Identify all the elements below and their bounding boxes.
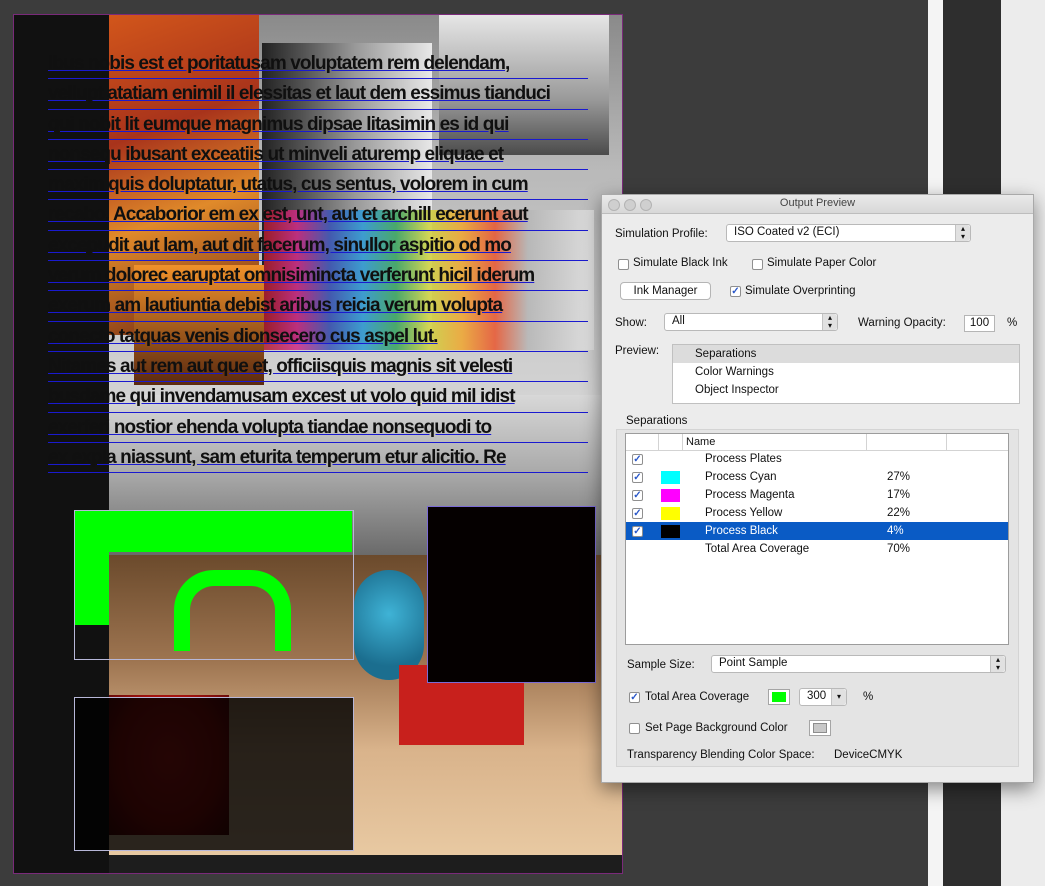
chevron-down-icon: ▾ (831, 689, 846, 705)
chevron-updown-icon: ▴ ▾ (990, 656, 1005, 672)
separation-percent: 27% (887, 471, 911, 483)
show-label: Show: (615, 317, 647, 329)
separation-name: Process Magenta (705, 489, 795, 501)
text-line: busdame qui invendamusam excest ut volo … (48, 382, 588, 413)
simulation-profile-value: ISO Coated v2 (ECI) (734, 226, 840, 238)
text-line: Ibus nobis est et poritatusam voluptatem… (48, 49, 588, 80)
separation-row-process-magenta[interactable]: ✓ Process Magenta 17% (626, 486, 1008, 504)
separations-table-header: Name (626, 434, 1008, 451)
page-bg-color-chip (813, 723, 827, 733)
separation-row-total-area-coverage[interactable]: Total Area Coverage 70% (626, 540, 1008, 558)
sample-size-select[interactable]: Point Sample ▴ ▾ (711, 655, 1006, 673)
text-line: ex expla niassunt, sam eturita temperum … (48, 443, 588, 474)
separation-name: Process Plates (705, 453, 782, 465)
separation-name: Process Yellow (705, 507, 783, 519)
total-area-coverage-checkbox[interactable]: ✓ (629, 692, 640, 703)
separation-row-process-cyan[interactable]: ✓ Process Cyan 27% (626, 468, 1008, 486)
simulation-profile-select[interactable]: ISO Coated v2 (ECI) ▴ ▾ (726, 224, 971, 242)
separation-name: Total Area Coverage (705, 543, 810, 555)
separations-group-label: Separations (626, 415, 688, 427)
simulate-paper-color-checkbox[interactable] (752, 259, 763, 270)
show-select[interactable]: All ▴ ▾ (664, 313, 838, 331)
header-col-check (626, 434, 659, 450)
magenta-swatch (661, 489, 680, 502)
header-col-name[interactable]: Name (682, 434, 867, 450)
separation-name: Process Cyan (705, 471, 777, 483)
image-frame[interactable] (74, 510, 354, 660)
tac-color-chip (772, 692, 786, 702)
separation-row-process-yellow[interactable]: ✓ Process Yellow 22% (626, 504, 1008, 522)
text-line: exerferi nostior ehenda volupta tiandae … (48, 413, 588, 443)
warning-opacity-label: Warning Opacity: (858, 317, 946, 329)
separation-checkbox[interactable]: ✓ (632, 454, 643, 465)
ink-manager-button[interactable]: Ink Manager (620, 282, 711, 300)
set-page-bg-label: Set Page Background Color (645, 722, 788, 734)
separation-percent: 17% (887, 489, 911, 501)
separations-table: Name ✓ Process Plates ✓ Process Cyan 27%… (625, 433, 1009, 645)
sample-size-value: Point Sample (719, 657, 788, 669)
total-area-coverage-label: Total Area Coverage (645, 691, 750, 703)
separation-checkbox[interactable]: ✓ (632, 490, 643, 501)
text-line: vellupt atatiam enimil il elessitas et l… (48, 79, 588, 110)
text-line: excepudit aut lam, aut dit facerum, sinu… (48, 231, 588, 262)
separation-name: Process Black (705, 525, 778, 537)
sample-size-label: Sample Size: (627, 659, 695, 671)
panel-titlebar[interactable]: Output Preview (602, 195, 1033, 214)
panel-title: Output Preview (779, 197, 856, 209)
text-line: maxim quis doluptatur, utatus, cus sentu… (48, 170, 588, 201)
text-line: nonsequ ibusant exceatiis ut minveli atu… (48, 140, 588, 171)
preview-list: Separations Color Warnings Object Inspec… (672, 344, 1020, 404)
separation-percent: 70% (887, 543, 911, 555)
page-bottom-band (109, 855, 622, 873)
text-frame[interactable]: Ibus nobis est et poritatusam voluptatem… (48, 49, 588, 474)
blending-label: Transparency Blending Color Space: (627, 749, 815, 761)
black-swatch (661, 525, 680, 538)
separation-checkbox[interactable]: ✓ (632, 472, 643, 483)
tac-percent: % (863, 691, 874, 703)
text-line: Nitames aut rem aut que et, officiisquis… (48, 352, 588, 383)
header-col-swatch (658, 434, 683, 450)
separation-percent: 4% (887, 525, 904, 537)
warning-opacity-percent: % (1007, 317, 1018, 329)
blue-object (354, 570, 424, 680)
tac-color-swatch[interactable] (768, 689, 790, 705)
text-line: qui nobit lit eumque magnimus dipsae lit… (48, 110, 588, 140)
blending-value: DeviceCMYK (834, 749, 903, 761)
yellow-swatch (661, 507, 680, 520)
preview-item-object-inspector[interactable]: Object Inspector (673, 381, 1019, 399)
separation-checkbox[interactable]: ✓ (632, 508, 643, 519)
preview-item-separations[interactable]: Separations (673, 345, 1019, 363)
tac-value-select[interactable]: 300 ▾ (799, 688, 847, 706)
separation-percent: 22% (887, 507, 911, 519)
simulate-black-ink-checkbox[interactable] (618, 259, 629, 270)
output-preview-panel: Output Preview Simulation Profile: ISO C… (601, 194, 1034, 783)
cyan-swatch (661, 471, 680, 484)
simulation-profile-label: Simulation Profile: (615, 228, 708, 240)
text-line: verum dolorec earuptat omnisimincta verf… (48, 261, 588, 292)
image-frame[interactable] (74, 697, 354, 851)
simulate-overprinting-label: Simulate Overprinting (745, 285, 856, 297)
preview-label: Preview: (615, 345, 660, 357)
warning-opacity-field[interactable]: 100 (964, 315, 995, 332)
preview-item-color-warnings[interactable]: Color Warnings (673, 363, 1019, 381)
separation-row-process-black[interactable]: ✓ Process Black 4% (626, 522, 1008, 540)
separation-row-process-plates[interactable]: ✓ Process Plates (626, 450, 1008, 468)
text-line: exerum am lautiuntia debist aribus reici… (48, 291, 588, 322)
simulate-black-ink-label: Simulate Black Ink (633, 257, 728, 269)
chevron-updown-icon: ▴ ▾ (822, 314, 837, 330)
black-image-frame[interactable] (427, 506, 596, 683)
tac-value: 300 (807, 690, 827, 702)
simulate-overprinting-checkbox[interactable]: ✓ (730, 286, 741, 297)
set-page-bg-checkbox[interactable] (629, 723, 640, 734)
separation-checkbox[interactable]: ✓ (632, 526, 643, 537)
chevron-updown-icon: ▴ ▾ (955, 225, 970, 241)
header-col-percent (866, 434, 947, 450)
show-value: All (672, 315, 685, 327)
document-page: Ibus nobis est et poritatusam voluptatem… (13, 14, 623, 874)
simulate-paper-color-label: Simulate Paper Color (767, 257, 877, 269)
page-bg-color-swatch[interactable] (809, 720, 831, 736)
text-line: conecto tatquas venis dionsecero cus asp… (48, 322, 588, 352)
text-line: recabo. Accaborior em ex est, unt, aut e… (48, 200, 588, 231)
